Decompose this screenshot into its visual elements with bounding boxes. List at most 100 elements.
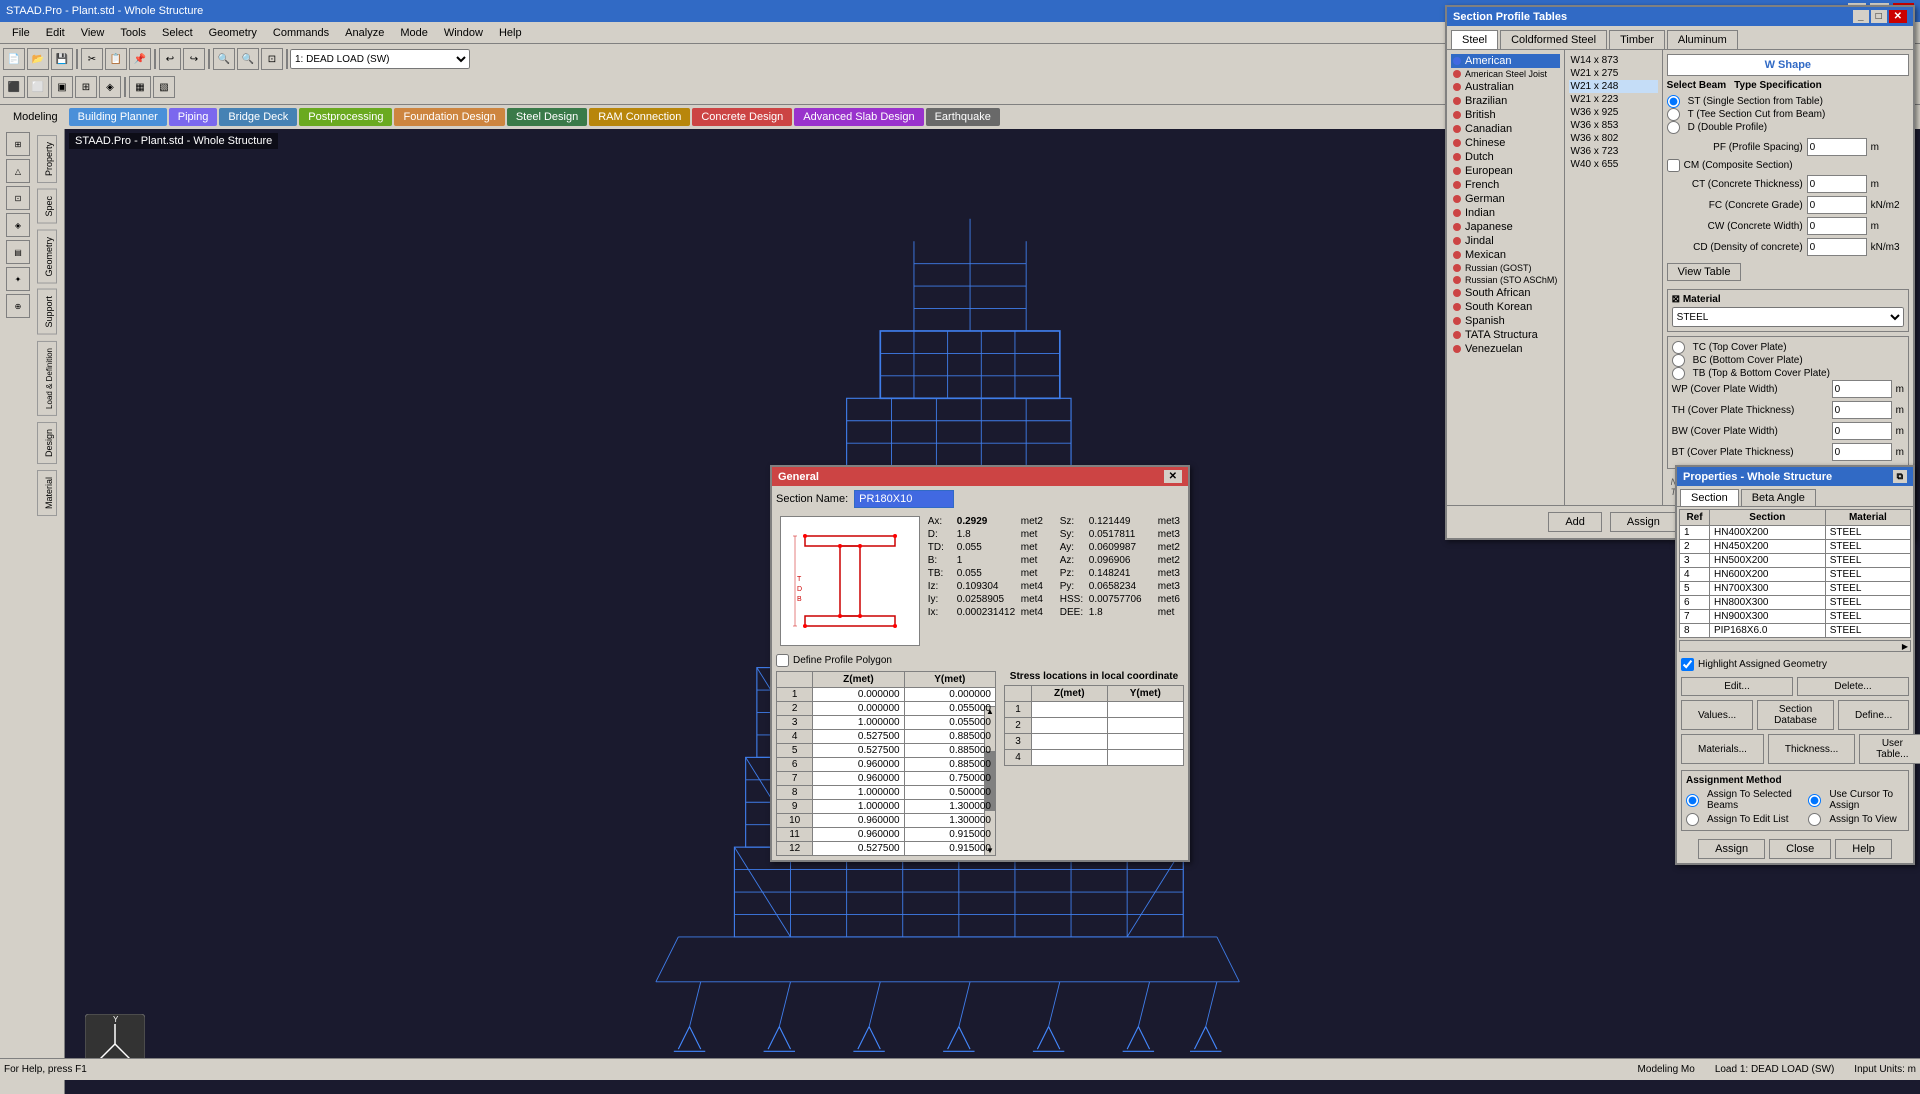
cut-btn[interactable]: ✂ [81,48,103,70]
edit-btn[interactable]: Edit... [1681,677,1793,696]
label-load[interactable]: Load & Definition [37,341,57,416]
ct-input[interactable] [1807,175,1867,193]
general-close-icon[interactable]: ✕ [1164,470,1182,483]
s1-z[interactable] [1032,702,1108,718]
copy-btn[interactable]: 📋 [105,48,127,70]
label-material[interactable]: Material [37,470,57,516]
undo-btn[interactable]: ↩ [159,48,181,70]
tab-concrete[interactable]: Concrete Design [692,108,792,126]
section-w36-925[interactable]: W36 x 925 [1569,106,1658,119]
tab-steel[interactable]: Steel [1451,30,1498,49]
panel-btn-6[interactable]: ✦ [6,267,30,291]
s4-y[interactable] [1107,750,1183,766]
tab-timber[interactable]: Timber [1609,30,1665,49]
section-profile-min[interactable]: _ [1853,10,1869,23]
tab-steel[interactable]: Steel Design [507,108,587,126]
tree-dutch[interactable]: Dutch [1451,150,1560,164]
pf-input[interactable] [1807,138,1867,156]
highlight-checkbox[interactable] [1681,658,1694,671]
section-w36-802[interactable]: W36 x 802 [1569,132,1658,145]
cd-input[interactable] [1807,238,1867,256]
s3-y[interactable] [1107,734,1183,750]
tree-british[interactable]: British [1451,108,1560,122]
thickness-btn[interactable]: Thickness... [1768,734,1855,764]
tab-building[interactable]: Building Planner [69,108,167,126]
zoom-in-btn[interactable]: 🔍 [213,48,235,70]
delete-btn[interactable]: Delete... [1797,677,1909,696]
section-w14[interactable]: W14 x 873 [1569,54,1658,67]
radio-st[interactable]: ST (Single Section from Table) [1667,95,1826,108]
r1-z[interactable]: 0.000000 [813,688,904,702]
tree-brazilian[interactable]: Brazilian [1451,94,1560,108]
load-case-select[interactable]: 1: DEAD LOAD (SW) [290,49,470,69]
menu-file[interactable]: File [4,25,38,41]
wire-btn[interactable]: ▧ [153,76,175,98]
user-table-btn[interactable]: User Table... [1859,734,1920,764]
material-select[interactable]: STEEL [1672,307,1904,327]
cm-checkbox[interactable] [1667,159,1680,172]
props-row-2[interactable]: 2 HN450X200 STEEL [1680,540,1911,554]
menu-analyze[interactable]: Analyze [337,25,392,41]
r1-y[interactable]: 0.000000 [904,688,995,702]
menu-mode[interactable]: Mode [392,25,436,41]
tree-russian-gost[interactable]: Russian (GOST) [1451,262,1560,274]
cw-input[interactable] [1807,217,1867,235]
menu-commands[interactable]: Commands [265,25,337,41]
radio-tc[interactable]: TC (Top Cover Plate) [1672,341,1904,354]
tree-american[interactable]: American [1451,54,1560,68]
tb2-3[interactable]: ▣ [51,76,73,98]
s2-y[interactable] [1107,718,1183,734]
assign-edit-list[interactable]: Assign To Edit List [1686,813,1800,826]
props-help-btn[interactable]: Help [1835,839,1892,859]
menu-help[interactable]: Help [491,25,530,41]
menu-view[interactable]: View [73,25,113,41]
tree-european[interactable]: European [1451,164,1560,178]
section-profile-close-icon[interactable]: ✕ [1889,10,1907,23]
tree-chinese[interactable]: Chinese [1451,136,1560,150]
values-btn[interactable]: Values... [1681,700,1753,730]
table-hscroll[interactable]: ▶ [1679,640,1911,652]
section-w21-248[interactable]: W21 x 248 [1569,80,1658,93]
label-design[interactable]: Design [37,422,57,464]
open-btn[interactable]: 📂 [27,48,49,70]
assign-view[interactable]: Assign To View [1808,813,1904,826]
panel-btn-3[interactable]: ⊡ [6,186,30,210]
panel-btn-4[interactable]: ◈ [6,213,30,237]
s1-y[interactable] [1107,702,1183,718]
tree-south-korean[interactable]: South Korean [1451,300,1560,314]
section-w21-275[interactable]: W21 x 275 [1569,67,1658,80]
props-row-8[interactable]: 8 PIP168X6.0 STEEL [1680,624,1911,638]
s2-z[interactable] [1032,718,1108,734]
panel-btn-7[interactable]: ⊕ [6,294,30,318]
menu-tools[interactable]: Tools [112,25,154,41]
tb2-5[interactable]: ◈ [99,76,121,98]
label-property[interactable]: Property [37,135,57,183]
section-w36-853[interactable]: W36 x 853 [1569,119,1658,132]
tree-french[interactable]: French [1451,178,1560,192]
props-row-6[interactable]: 6 HN800X300 STEEL [1680,596,1911,610]
tree-tata[interactable]: TATA Structura [1451,328,1560,342]
tree-russian-sto[interactable]: Russian (STO ASChM) [1451,274,1560,286]
tb2-2[interactable]: ⬜ [27,76,49,98]
tab-ram[interactable]: RAM Connection [589,108,690,126]
tab-modeling[interactable]: Modeling [4,108,67,126]
add-btn[interactable]: Add [1548,512,1602,532]
tree-south-african[interactable]: South African [1451,286,1560,300]
props-close-btn[interactable]: Close [1769,839,1831,859]
section-name-input[interactable] [854,490,954,508]
radio-t[interactable]: T (Tee Section Cut from Beam) [1667,108,1826,121]
menu-geometry[interactable]: Geometry [201,25,265,41]
panel-btn-1[interactable]: ⊞ [6,132,30,156]
tab-section[interactable]: Section [1680,489,1739,506]
menu-edit[interactable]: Edit [38,25,73,41]
props-assign-btn[interactable]: Assign [1698,839,1765,859]
props-row-7[interactable]: 7 HN900X300 STEEL [1680,610,1911,624]
tree-canadian[interactable]: Canadian [1451,122,1560,136]
section-w40-655[interactable]: W40 x 655 [1569,158,1658,171]
tree-american-joist[interactable]: American Steel Joist [1451,68,1560,80]
tab-coldformed[interactable]: Coldformed Steel [1500,30,1607,49]
view-table-btn[interactable]: View Table [1667,263,1742,281]
section-w36-723[interactable]: W36 x 723 [1569,145,1658,158]
th-input[interactable] [1832,401,1892,419]
tb2-1[interactable]: ⬛ [3,76,25,98]
